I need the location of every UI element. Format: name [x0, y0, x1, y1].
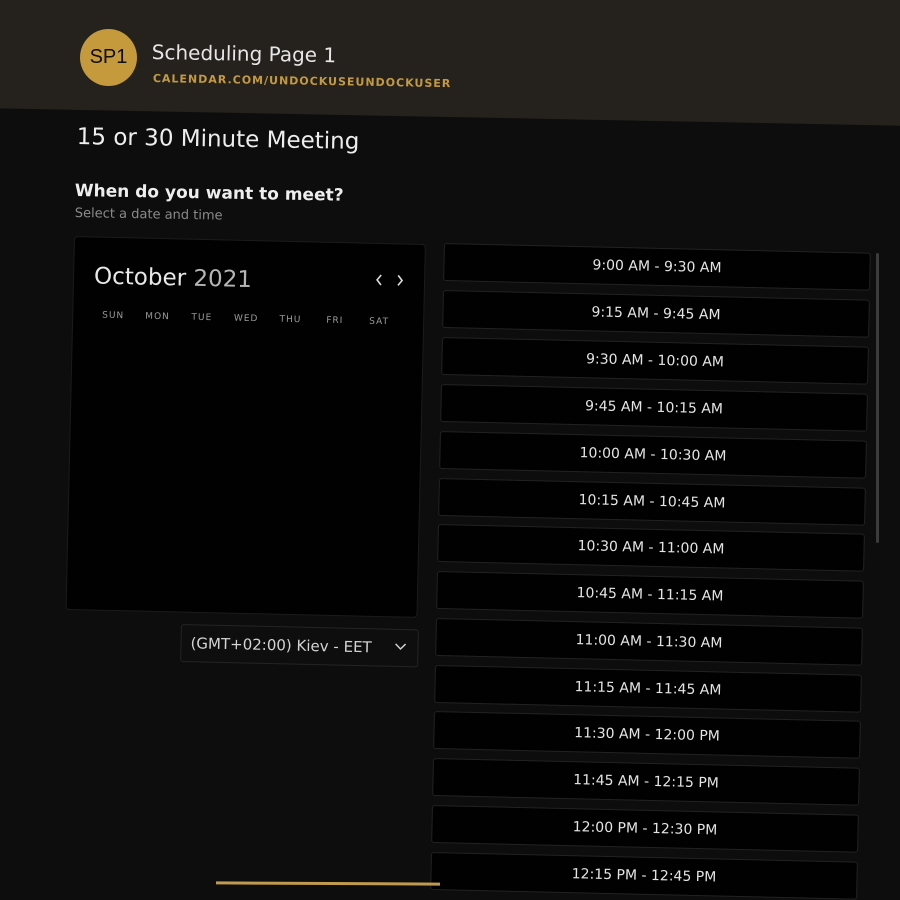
time-slot-button[interactable]: 9:15 AM - 9:45 AM — [442, 290, 870, 338]
scheduling-page: SP1 Scheduling Page 1 CALENDAR.COM/UNDOC… — [0, 0, 900, 900]
time-slot-button[interactable]: 11:30 AM - 12:00 PM — [433, 711, 861, 759]
time-slot-button[interactable]: 11:15 AM - 11:45 AM — [434, 665, 862, 713]
time-slot-button[interactable]: 9:30 AM - 10:00 AM — [441, 337, 869, 385]
time-slot-button[interactable]: 10:15 AM - 10:45 AM — [438, 478, 866, 526]
time-slot-list: 9:00 AM - 9:30 AM 9:15 AM - 9:45 AM 9:30… — [0, 0, 900, 900]
time-slot-button[interactable]: 9:00 AM - 9:30 AM — [443, 243, 871, 291]
time-slot-button[interactable]: 10:45 AM - 11:15 AM — [436, 571, 864, 619]
time-slot-button[interactable]: 11:00 AM - 11:30 AM — [435, 618, 863, 666]
time-slot-button[interactable]: 9:45 AM - 10:15 AM — [440, 384, 868, 432]
time-slot-button[interactable]: 10:30 AM - 11:00 AM — [437, 524, 865, 572]
time-slot-button[interactable]: 10:00 AM - 10:30 AM — [439, 431, 867, 479]
time-slot-button[interactable]: 12:00 PM - 12:30 PM — [431, 805, 859, 853]
time-slot-button[interactable]: 12:15 PM - 12:45 PM — [430, 852, 858, 900]
time-slot-button[interactable]: 11:45 AM - 12:15 PM — [432, 758, 860, 806]
time-slot-scrollbar[interactable] — [876, 253, 879, 543]
